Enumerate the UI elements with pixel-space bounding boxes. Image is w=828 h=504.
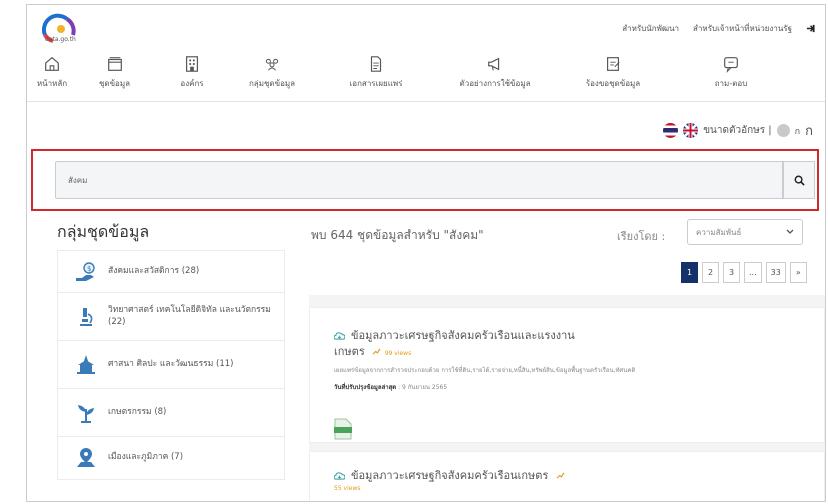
page-33-button[interactable]: 33 <box>765 262 786 283</box>
category-label: เกษตรกรรม (8) <box>108 406 167 417</box>
nav-label: หน้าหลัก <box>36 79 68 88</box>
government-officer-link[interactable]: สำหรับเจ้าหน้าที่หน่วยงานรัฐ <box>693 22 792 35</box>
language-font-row: ขนาดตัวอักษร | ก ก <box>663 120 813 141</box>
dataset-icon <box>334 472 345 480</box>
search-input[interactable] <box>56 162 782 198</box>
developer-link[interactable]: สำหรับนักพัฒนา <box>622 22 679 35</box>
group-icon <box>265 58 279 71</box>
top-links: สำหรับนักพัฒนา สำหรับเจ้าหน้าที่หน่วยงาน… <box>622 22 815 35</box>
svg-text:$: $ <box>87 265 91 273</box>
nav-label: ร้องขอชุดข้อมูล <box>585 79 641 88</box>
page-1-button[interactable]: 1 <box>681 262 698 283</box>
view-count: 55 views <box>334 485 361 492</box>
sort-select-value: ความสัมพันธ์ <box>696 227 742 237</box>
login-icon[interactable] <box>806 24 815 33</box>
pagination: 1 2 3 ... 33 » <box>681 262 807 283</box>
next-page-button[interactable]: » <box>789 262 807 283</box>
nav-item-publications[interactable]: เอกสารเผยแพร่ <box>312 49 440 101</box>
category-item[interactable]: เมืองและภูมิภาค (7) <box>57 437 285 480</box>
plant-icon <box>78 404 94 423</box>
chat-icon <box>724 57 738 73</box>
dataset-title-line2[interactable]: เกษตร 99 views <box>334 342 411 360</box>
category-item[interactable]: ศาสนา ศิลปะ และวัฒนธรรม (11) <box>57 341 285 389</box>
nav-label: เอกสารเผยแพร่ <box>349 79 403 88</box>
trend-icon <box>372 348 381 355</box>
updated-value: : 9 กันยายน 2565 <box>398 384 448 391</box>
dataset-card[interactable]: ข้อมูลภาวะเศรษฐกิจสังคมครัวเรือนเกษตร 55… <box>309 451 825 501</box>
results-summary: พบ 644 ชุดข้อมูลสำหรับ "สังคม" <box>311 228 484 242</box>
font-size-large-button[interactable]: ก <box>805 120 813 141</box>
uk-flag-cross <box>683 123 699 138</box>
dataset-title-line1[interactable]: ข้อมูลภาวะเศรษฐกิจสังคมครัวเรือนเกษตร <box>334 466 565 484</box>
nav-label: ตัวอย่างการใช้ข้อมูล <box>459 79 531 88</box>
map-pin-icon <box>77 448 95 467</box>
logo-text: data.go.th <box>45 36 76 43</box>
dataset-title-text: ข้อมูลภาวะเศรษฐกิจสังคมครัวเรือนและแรงงา… <box>351 329 575 342</box>
category-item[interactable]: เกษตรกรรม (8) <box>57 389 285 437</box>
dataset-description: เผยแพร่ข้อมูลจากการสำรวจประกอบด้วย การใช… <box>334 367 636 374</box>
font-size-default-button[interactable] <box>776 124 790 137</box>
xlsx-file-icon[interactable] <box>334 418 352 440</box>
dataset-icon <box>334 332 345 340</box>
folder-icon <box>107 57 122 71</box>
search-button[interactable] <box>783 161 815 199</box>
welfare-hand-icon: $ <box>76 261 95 281</box>
nav-label: องค์กร <box>180 79 204 88</box>
category-label: เมืองและภูมิภาค (7) <box>108 452 184 463</box>
category-label: วิทยาศาสตร์ เทคโนโลยีดิจิทัล และนวัตกรรม… <box>108 305 271 327</box>
category-item[interactable]: $ สังคมและสวัสดิการ (28) <box>57 250 285 293</box>
nav-item-request-data[interactable]: ร้องขอชุดข้อมูล <box>550 49 676 101</box>
dataset-title-text: ข้อมูลภาวะเศรษฐกิจสังคมครัวเรือนเกษตร <box>351 469 549 482</box>
building-icon <box>186 56 198 72</box>
nav-item-datasets[interactable]: ชุดข้อมูล <box>77 49 152 101</box>
dataset-updated: วันที่ปรับปรุงข้อมูลล่าสุด : 9 กันยายน 2… <box>334 382 447 392</box>
category-list: $ สังคมและสวัสดิการ (28) วิทยาศาสตร์ เทค… <box>57 250 285 480</box>
megaphone-icon <box>488 57 500 71</box>
thai-flag-icon[interactable] <box>663 123 679 138</box>
main-nav: หน้าหลัก ชุดข้อมูล องค์กร กลุ่มชุดข้อมูล… <box>27 49 825 102</box>
nav-label: ชุดข้อมูล <box>98 79 131 88</box>
nav-item-showcases[interactable]: ตัวอย่างการใช้ข้อมูล <box>440 49 550 101</box>
nav-item-home[interactable]: หน้าหลัก <box>27 49 77 101</box>
category-label: ศาสนา ศิลปะ และวัฒนธรรม (11) <box>108 358 234 369</box>
chevron-down-icon <box>786 229 794 234</box>
sort-label: เรียงโดย : <box>617 230 666 243</box>
updated-label: วันที่ปรับปรุงข้อมูลล่าสุด <box>334 384 397 391</box>
view-count: 99 views <box>384 350 412 357</box>
nav-label: ถาม-ตอบ <box>714 79 748 88</box>
trend-icon <box>556 472 565 479</box>
search-icon <box>794 175 805 186</box>
document-icon <box>370 56 382 72</box>
font-size-label: ขนาดตัวอักษร | <box>703 125 772 136</box>
browser-page: data.go.th สำหรับนักพัฒนา สำหรับเจ้าหน้า… <box>26 4 826 502</box>
sort-select[interactable]: ความสัมพันธ์ <box>687 219 803 245</box>
category-group-heading: กลุ่มชุดข้อมูล <box>57 222 150 241</box>
nav-item-faq[interactable]: ถาม-ตอบ <box>676 49 786 101</box>
page-2-button[interactable]: 2 <box>702 262 719 283</box>
temple-icon <box>77 354 95 374</box>
microscope-icon <box>80 307 93 326</box>
top-bar: data.go.th สำหรับนักพัฒนา สำหรับเจ้าหน้า… <box>27 5 825 49</box>
dataset-card[interactable]: ข้อมูลภาวะเศรษฐกิจสังคมครัวเรือนและแรงงา… <box>309 307 825 443</box>
font-size-small-button[interactable]: ก <box>795 124 800 138</box>
page-ellipsis: ... <box>744 262 762 283</box>
nav-label: กลุ่มชุดข้อมูล <box>248 79 296 88</box>
dataset-title-text-2: เกษตร <box>334 345 365 358</box>
home-icon <box>45 56 59 71</box>
page-3-button[interactable]: 3 <box>723 262 740 283</box>
search-box <box>55 161 783 199</box>
uk-flag-icon[interactable] <box>683 123 699 138</box>
category-label: สังคมและสวัสดิการ (28) <box>108 265 200 276</box>
request-icon <box>607 57 620 71</box>
nav-item-organizations[interactable]: องค์กร <box>152 49 232 101</box>
category-item[interactable]: วิทยาศาสตร์ เทคโนโลยีดิจิทัล และนวัตกรรม… <box>57 293 285 341</box>
nav-item-groups[interactable]: กลุ่มชุดข้อมูล <box>232 49 312 101</box>
